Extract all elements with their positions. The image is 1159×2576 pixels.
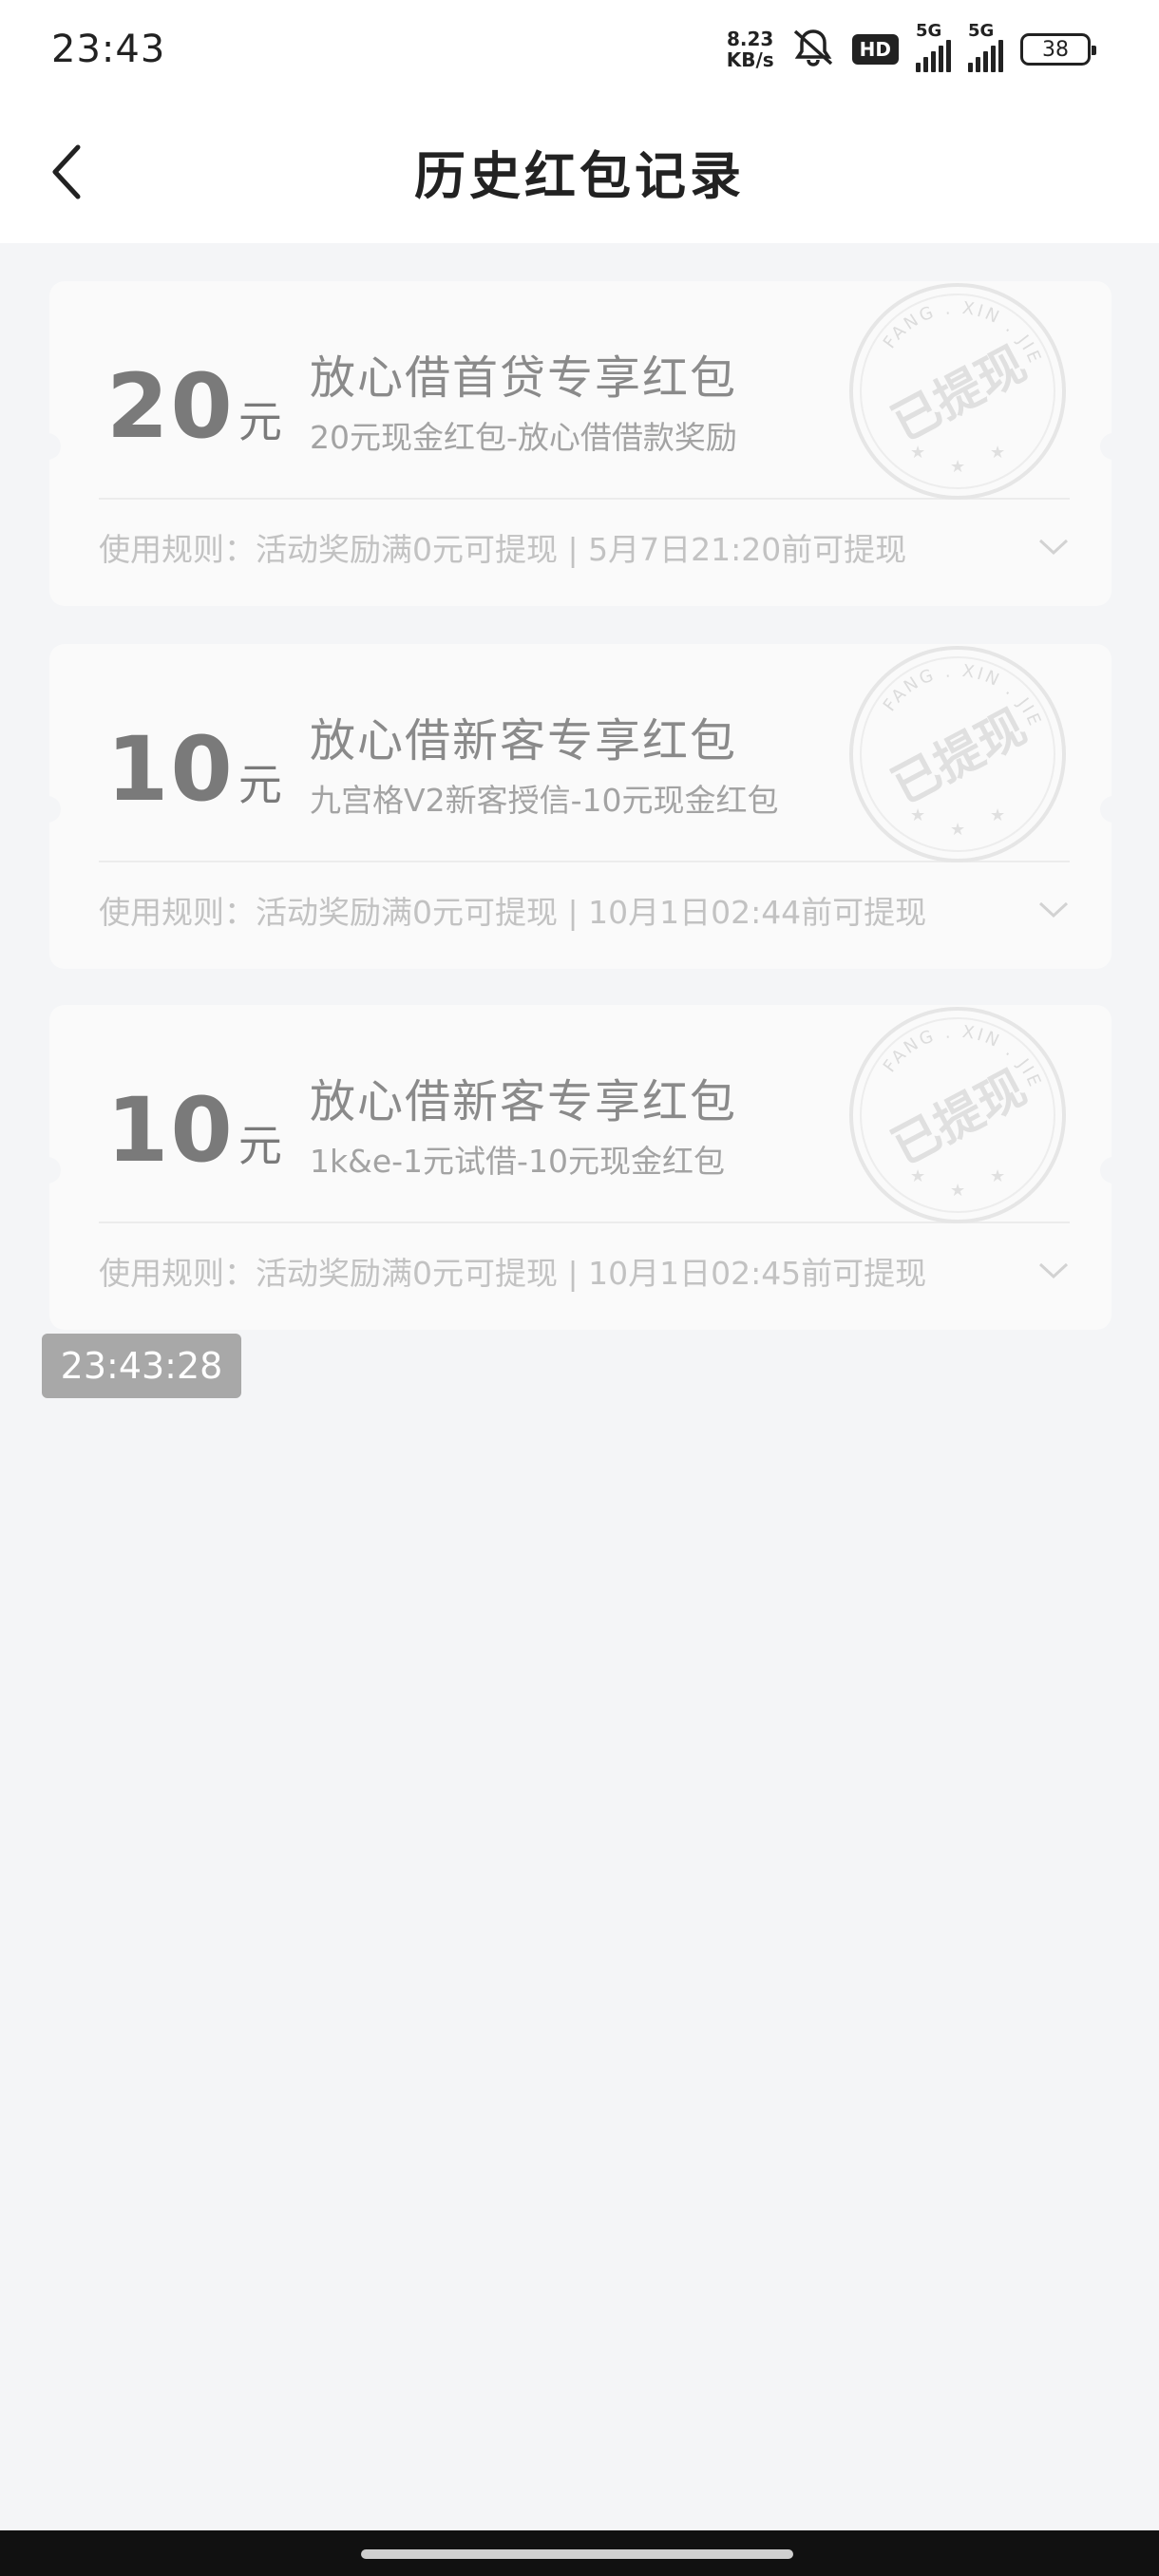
card-title: 放心借新客专享红包 — [310, 714, 738, 767]
svg-text:FANG . XIN . JIE: FANG . XIN . JIE — [880, 1022, 1046, 1092]
sim1-label: 5G — [916, 21, 942, 41]
page-header: 历史红包记录 — [0, 99, 1159, 243]
usage-rule: 使用规则：活动奖励满0元可提现 | 10月1日02:45前可提现 — [99, 1255, 927, 1292]
amount: 20 元 — [106, 355, 282, 459]
withdrawn-stamp: FANG . XIN . JIE 已提现 ★ ★ ★ — [849, 646, 1066, 862]
svg-text:★: ★ — [990, 805, 1005, 825]
card-subtitle: 九宫格V2新客授信-10元现金红包 — [310, 782, 779, 819]
amount-value: 10 — [106, 718, 235, 822]
back-button[interactable] — [38, 139, 95, 205]
svg-text:★: ★ — [950, 457, 965, 477]
stamp-arc-text: FANG . XIN . JIE — [880, 661, 1046, 731]
sim2-label: 5G — [968, 21, 995, 41]
usage-rule: 使用规则：活动奖励满0元可提现 | 10月1日02:44前可提现 — [99, 894, 927, 931]
page-title: 历史红包记录 — [414, 145, 745, 206]
chevron-down-icon[interactable] — [1037, 1261, 1070, 1280]
status-time: 23:43 — [51, 28, 166, 71]
status-icons: 8.23 KB/s HD 5G 5G 38 — [727, 21, 1096, 72]
chevron-down-icon[interactable] — [1037, 538, 1070, 557]
stamp-text: 已提现 — [884, 336, 1036, 452]
hd-badge: HD — [851, 34, 899, 65]
usage-rule: 使用规则：活动奖励满0元可提现 | 5月7日21:20前可提现 — [99, 531, 907, 568]
svg-text:FANG . XIN . JIE: FANG . XIN . JIE — [880, 298, 1046, 369]
home-indicator[interactable] — [361, 2549, 793, 2559]
red-packet-card[interactable]: 10 元 放心借新客专享红包 九宫格V2新客授信-10元现金红包 使用规则：活动… — [49, 644, 1112, 969]
card-title: 放心借新客专享红包 — [310, 1075, 738, 1128]
chevron-left-icon — [52, 144, 81, 199]
stamp-text: 已提现 — [884, 699, 1036, 815]
svg-text:★: ★ — [910, 443, 925, 463]
amount: 10 元 — [106, 718, 282, 822]
status-bar: 23:43 8.23 KB/s HD 5G 5G 38 — [0, 0, 1159, 99]
signal-icon: 5G — [968, 21, 1003, 72]
mute-bell-icon — [791, 28, 835, 71]
card-subtitle: 20元现金红包-放心借借款奖励 — [310, 419, 737, 456]
amount-unit: 元 — [238, 396, 282, 447]
red-packet-card[interactable]: 10 元 放心借新客专享红包 1k&e-1元试借-10元现金红包 使用规则：活动… — [49, 1005, 1112, 1330]
svg-text:FANG . XIN . JIE: FANG . XIN . JIE — [880, 661, 1046, 731]
svg-text:★: ★ — [950, 820, 965, 840]
card-title: 放心借首贷专享红包 — [310, 351, 738, 405]
svg-text:★: ★ — [950, 1181, 965, 1201]
withdrawn-stamp: FANG . XIN . JIE 已提现 ★ ★ ★ — [849, 283, 1066, 500]
stamp-text: 已提现 — [884, 1060, 1036, 1176]
network-speed-value: 8.23 — [727, 28, 774, 50]
battery-level: 38 — [1042, 37, 1069, 62]
battery-icon: 38 — [1020, 33, 1096, 66]
amount-value: 20 — [106, 355, 235, 459]
card-subtitle: 1k&e-1元试借-10元现金红包 — [310, 1143, 725, 1180]
svg-text:★: ★ — [990, 1166, 1005, 1186]
amount-unit: 元 — [238, 759, 282, 810]
red-packet-card[interactable]: 20 元 放心借首贷专享红包 20元现金红包-放心借借款奖励 使用规则：活动奖励… — [49, 281, 1112, 606]
svg-text:★: ★ — [910, 805, 925, 825]
withdrawn-stamp: FANG . XIN . JIE 已提现 ★ ★ ★ — [849, 1007, 1066, 1223]
stamp-arc-text: FANG . XIN . JIE — [880, 1022, 1046, 1092]
amount: 10 元 — [106, 1079, 282, 1183]
stamp-arc-text: FANG . XIN . JIE — [880, 298, 1046, 369]
network-speed: 8.23 KB/s — [727, 28, 774, 70]
svg-text:★: ★ — [910, 1166, 925, 1186]
amount-value: 10 — [106, 1079, 235, 1183]
chevron-down-icon[interactable] — [1037, 900, 1070, 919]
amount-unit: 元 — [238, 1120, 282, 1171]
signal-icon: 5G — [916, 21, 951, 72]
network-speed-unit: KB/s — [726, 48, 774, 71]
svg-text:★: ★ — [990, 443, 1005, 463]
timestamp-overlay: 23:43:28 — [42, 1334, 241, 1398]
